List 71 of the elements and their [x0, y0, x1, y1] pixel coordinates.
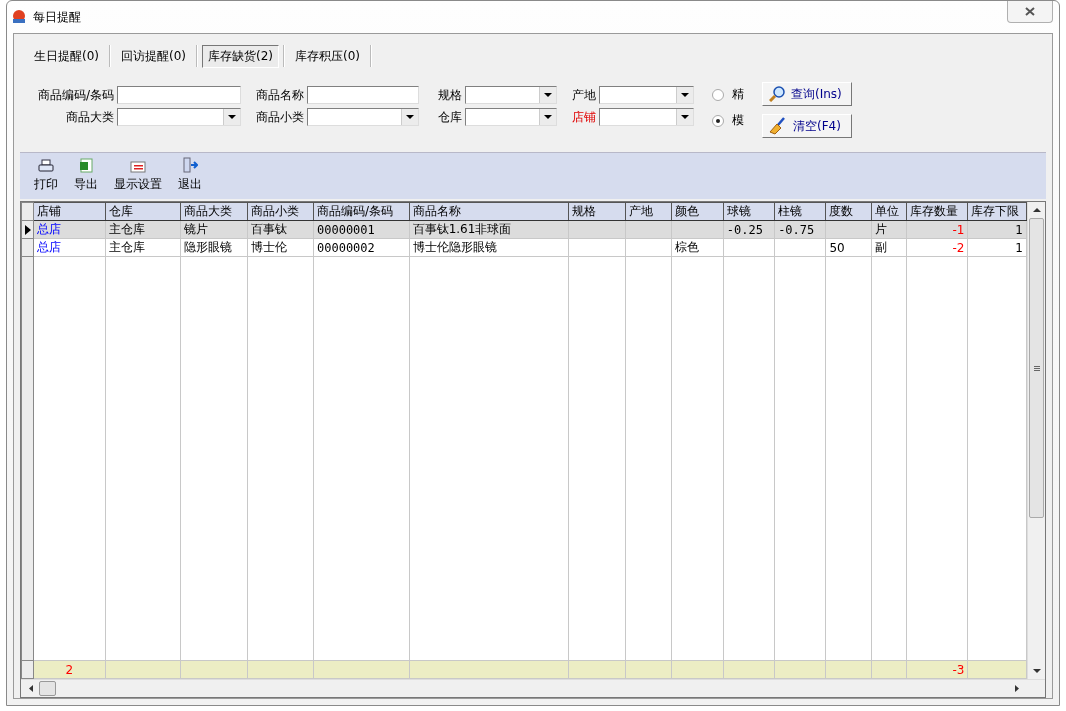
up-arrow-icon [1032, 208, 1041, 212]
tab[interactable]: 库存积压(0) [289, 44, 366, 68]
grip-icon [1033, 365, 1040, 371]
dropdown-field[interactable] [307, 108, 419, 126]
field-label: 商品名称 [255, 86, 305, 104]
column-header[interactable]: 商品编码/条码 [313, 202, 410, 221]
caret-icon [544, 115, 552, 119]
field-label: 商品小类 [255, 108, 305, 126]
app-logo-icon [11, 9, 27, 25]
toolbar-button[interactable]: 导出 [68, 158, 104, 193]
column-header[interactable]: 商品小类 [247, 202, 314, 221]
column-header[interactable]: 度数 [825, 202, 872, 221]
column-header[interactable]: 柱镜 [774, 202, 826, 221]
radio-label: 模 [732, 112, 744, 129]
caret-icon [681, 115, 689, 119]
column-header[interactable]: 球镜 [723, 202, 775, 221]
search-button[interactable]: 查询(Ins) [762, 82, 852, 106]
field-label: 店铺 [571, 108, 597, 126]
tab[interactable]: 回访提醒(0) [115, 44, 192, 68]
dropdown-field[interactable] [465, 108, 557, 126]
dropdown-field[interactable] [599, 108, 694, 126]
tab[interactable]: 生日提醒(0) [28, 44, 105, 68]
current-row-icon [24, 224, 31, 235]
spreadsheet-icon [79, 158, 93, 173]
toolbar-button[interactable]: 显示设置 [108, 160, 168, 193]
radio-label: 精 [732, 86, 744, 103]
close-button[interactable] [1007, 1, 1053, 23]
column-header[interactable]: 仓库 [105, 202, 181, 221]
column-header[interactable]: 颜色 [671, 202, 724, 221]
caret-icon [681, 93, 689, 97]
scrollbar-thumb[interactable] [1029, 218, 1044, 518]
column-header[interactable]: 库存下限 [967, 202, 1027, 221]
dropdown-field[interactable] [599, 86, 694, 104]
magnifier-icon [769, 86, 785, 102]
column-header[interactable]: 商品名称 [409, 202, 569, 221]
caret-icon [228, 115, 236, 119]
vertical-scrollbar[interactable] [1027, 202, 1045, 679]
column-header[interactable]: 单位 [871, 202, 907, 221]
field-label: 商品编码/条码 [36, 86, 115, 104]
column-header[interactable]: 店铺 [33, 202, 106, 221]
clear-button[interactable]: 清空(F4) [762, 114, 852, 138]
toolbar-button[interactable]: 打印 [28, 159, 64, 193]
printer-icon [38, 159, 54, 173]
left-arrow-icon [29, 685, 33, 692]
broom-icon [769, 117, 787, 135]
scrollbar-thumb[interactable] [39, 681, 56, 696]
radio-option[interactable]: 模 [712, 112, 744, 129]
window-title: 每日提醒 [33, 8, 81, 26]
toolbar-button[interactable]: 退出 [172, 157, 208, 193]
column-header[interactable]: 库存数量 [906, 202, 968, 221]
field-label: 仓库 [437, 108, 463, 126]
input-field[interactable] [307, 86, 419, 104]
radio-option[interactable]: 精 [712, 86, 744, 103]
table-settings-icon [130, 160, 146, 173]
horizontal-scrollbar[interactable] [21, 679, 1045, 697]
column-header[interactable]: 商品大类 [180, 202, 248, 221]
input-field[interactable] [117, 86, 241, 104]
dropdown-field[interactable] [117, 108, 241, 126]
close-icon [1025, 7, 1035, 16]
field-label: 规格 [437, 86, 463, 104]
dropdown-field[interactable] [465, 86, 557, 104]
column-header[interactable]: 产地 [625, 202, 672, 221]
caret-icon [544, 93, 552, 97]
field-label: 产地 [571, 86, 597, 104]
column-header[interactable]: 规格 [568, 202, 626, 221]
down-arrow-icon [1032, 669, 1041, 673]
caret-icon [406, 115, 414, 119]
field-label: 商品大类 [65, 108, 115, 126]
door-exit-icon [182, 157, 198, 173]
tab[interactable]: 库存缺货(2) [202, 44, 279, 68]
right-arrow-icon [1015, 685, 1019, 692]
